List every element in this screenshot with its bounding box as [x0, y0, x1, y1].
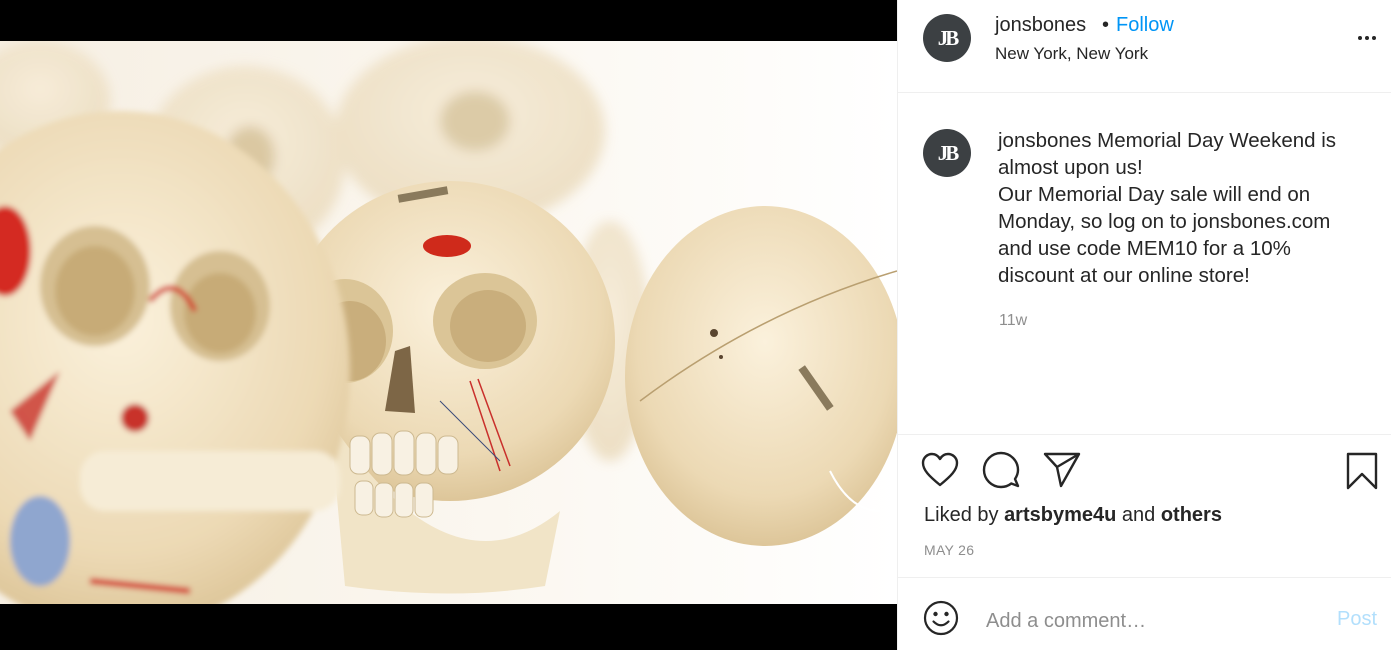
avatar-initials: JB — [937, 25, 959, 50]
caption-avatar[interactable]: JB — [923, 129, 971, 177]
location-link[interactable]: New York, New York — [995, 44, 1148, 64]
post-photo-skulls[interactable] — [0, 41, 897, 604]
post-details-panel: JB jonsbones • Follow New York, New York… — [897, 0, 1391, 650]
share-icon[interactable] — [1043, 452, 1081, 493]
username-link[interactable]: jonsbones — [995, 14, 1086, 37]
post-comment-button[interactable]: Post — [1337, 608, 1377, 631]
skulls-illustration — [0, 41, 897, 604]
caption-timestamp[interactable]: 11w — [999, 312, 1027, 330]
caption-text: jonsbones Memorial Day Weekend is almost… — [998, 127, 1368, 289]
likes-middle: and — [1116, 504, 1161, 526]
post-actions: Liked by artsbyme4u and others MAY 26 — [898, 435, 1391, 578]
likes-prefix: Liked by — [924, 504, 1005, 526]
likes-others-link[interactable]: others — [1161, 504, 1222, 526]
comment-icon[interactable] — [982, 451, 1020, 494]
likes-summary: Liked by artsbyme4u and others — [924, 504, 1222, 527]
post-date[interactable]: MAY 26 — [924, 542, 974, 558]
avatar[interactable]: JB — [923, 14, 971, 62]
comment-input[interactable] — [984, 602, 1318, 640]
add-comment-bar: Post — [898, 578, 1391, 650]
avatar-initials: JB — [937, 140, 959, 165]
bookmark-icon[interactable] — [1346, 452, 1378, 495]
post-header: JB jonsbones • Follow New York, New York — [898, 0, 1391, 93]
post-caption: JB jonsbones Memorial Day Weekend is alm… — [898, 93, 1391, 435]
caption-body: Memorial Day Weekend is almost upon us! … — [998, 129, 1337, 287]
emoji-icon[interactable] — [923, 600, 959, 641]
separator-dot: • — [1102, 14, 1110, 36]
caption-username-link[interactable]: jonsbones — [998, 129, 1091, 152]
post-media — [0, 0, 897, 650]
follow-button[interactable]: Follow — [1116, 14, 1174, 37]
heart-icon[interactable] — [921, 452, 959, 493]
liked-by-user-link[interactable]: artsbyme4u — [1004, 504, 1116, 526]
more-options-icon[interactable] — [1358, 36, 1376, 40]
